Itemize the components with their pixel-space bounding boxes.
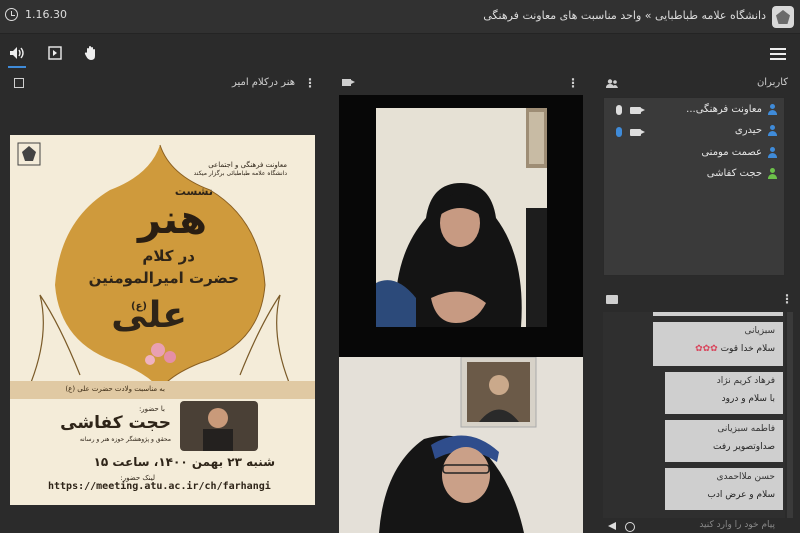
users-group-icon xyxy=(606,79,618,88)
camera-icon[interactable] xyxy=(630,128,645,136)
chat-message: سبزیانی سلام خدا قوت ✿✿✿ xyxy=(653,322,783,366)
chat-more-icon[interactable]: ⋮ xyxy=(781,292,793,306)
poster-org-line2: دانشگاه علامه طباطبائی برگزار میکند xyxy=(193,170,287,177)
chat-text: با سلام و درود xyxy=(721,394,775,404)
mic-active-icon[interactable] xyxy=(616,127,622,137)
user-name: حجت کفاشی xyxy=(706,167,762,179)
poster-org-line1: معاونت فرهنگی و اجتماعی xyxy=(208,161,287,169)
share-screen-icon[interactable] xyxy=(46,44,64,62)
poster-with: با حضور: xyxy=(138,405,165,413)
poster-word-ali: علی xyxy=(111,295,187,336)
chat-message: حسن ملااحمدی سلام و عرض ادب xyxy=(665,468,783,510)
camera-icon[interactable] xyxy=(630,106,645,114)
chat-sender: حسن ملااحمدی xyxy=(716,472,775,482)
poster-link: https://meeting.atu.ac.ir/ch/farhangi xyxy=(48,481,271,492)
video-more-icon[interactable]: ⋮ xyxy=(567,76,579,90)
user-row[interactable]: حیدری xyxy=(735,121,778,139)
user-name: عصمت مومنی xyxy=(701,146,762,158)
poster-word-ain: (ع) xyxy=(131,301,147,312)
poster-word-dar-kalam: در کلام xyxy=(142,247,195,265)
video-camera-icon xyxy=(342,79,351,86)
user-icon xyxy=(767,103,778,115)
poster-word-hazrat: حضرت امیرالمومنین xyxy=(88,269,239,287)
menu-icon[interactable] xyxy=(770,48,786,60)
timer-text: 1.16.30 xyxy=(25,8,67,21)
users-list: معاونت فرهنگی... حیدری عصمت مومنی حجت کف… xyxy=(603,97,785,276)
presentation-title: هنر درکلام امیر xyxy=(231,77,295,88)
chat-sender: سبزیانی xyxy=(744,326,775,336)
user-name: حیدری xyxy=(734,124,762,136)
speaker-icon[interactable] xyxy=(8,44,26,62)
clock-icon xyxy=(5,8,18,21)
chat-message xyxy=(653,312,783,316)
users-title: کاربران xyxy=(756,77,788,88)
chat-message: فرهاد کریم نژاد با سلام و درود xyxy=(665,372,783,414)
user-name: معاونت فرهنگی... xyxy=(686,103,762,115)
poster-speaker-role: محقق و پژوهشگر حوزه هنر و رسانه xyxy=(79,436,171,443)
chat-text: سلام خدا قوت xyxy=(720,344,775,354)
user-icon xyxy=(767,146,778,158)
webcam-video-2[interactable] xyxy=(339,357,583,533)
tulip-emoji-icon: ✿✿✿ xyxy=(695,344,718,354)
user-icon xyxy=(767,124,778,136)
meeting-title: دانشگاه علامه طباطبایی » واحد مناسبت های… xyxy=(483,9,766,22)
send-icon[interactable] xyxy=(608,522,616,530)
chat-scrollbar[interactable] xyxy=(787,312,793,518)
speaker-active-indicator xyxy=(8,66,26,68)
poster-date: شنبه ۲۳ بهمن ۱۴۰۰، ساعت ۱۵ xyxy=(93,455,275,469)
poster-occasion: به مناسبت ولادت حضرت علی (ع) xyxy=(65,385,165,393)
webcam-video-1[interactable] xyxy=(339,95,583,357)
user-icon xyxy=(767,167,778,179)
chat-sender: فاطمه سبزیانی xyxy=(717,424,775,434)
raise-hand-icon[interactable] xyxy=(82,44,100,62)
mic-icon[interactable] xyxy=(616,105,622,115)
video-camera-icon-lens xyxy=(351,80,355,84)
toolbar xyxy=(0,36,800,72)
presentation-more-icon[interactable]: ⋮ xyxy=(304,76,316,90)
chat-text: سلام و عرض ادب xyxy=(707,490,775,500)
user-row[interactable]: حجت کفاشی xyxy=(707,164,778,182)
session-timer: 1.16.30 xyxy=(5,8,67,21)
fullscreen-icon[interactable] xyxy=(14,78,24,88)
user-row[interactable]: معاونت فرهنگی... xyxy=(686,100,778,118)
poster-word-honar: هنر xyxy=(138,197,207,243)
chat-text: صداوتصویر رفت xyxy=(713,442,775,452)
university-logo-icon xyxy=(772,6,794,28)
chat-icon xyxy=(606,295,618,304)
chat-messages: سبزیانی سلام خدا قوت ✿✿✿ فرهاد کریم نژاد… xyxy=(603,312,785,518)
top-bar: 1.16.30 دانشگاه علامه طباطبایی » واحد من… xyxy=(0,0,800,34)
chat-message: فاطمه سبزیانی صداوتصویر رفت xyxy=(665,420,783,462)
presentation-slide: معاونت فرهنگی و اجتماعی دانشگاه علامه طب… xyxy=(10,135,315,505)
user-row[interactable]: عصمت مومنی xyxy=(701,143,778,161)
chat-sender: فرهاد کریم نژاد xyxy=(716,376,775,386)
poster-speaker: حجت کفاشی xyxy=(60,413,171,433)
emoji-icon[interactable] xyxy=(625,522,635,532)
